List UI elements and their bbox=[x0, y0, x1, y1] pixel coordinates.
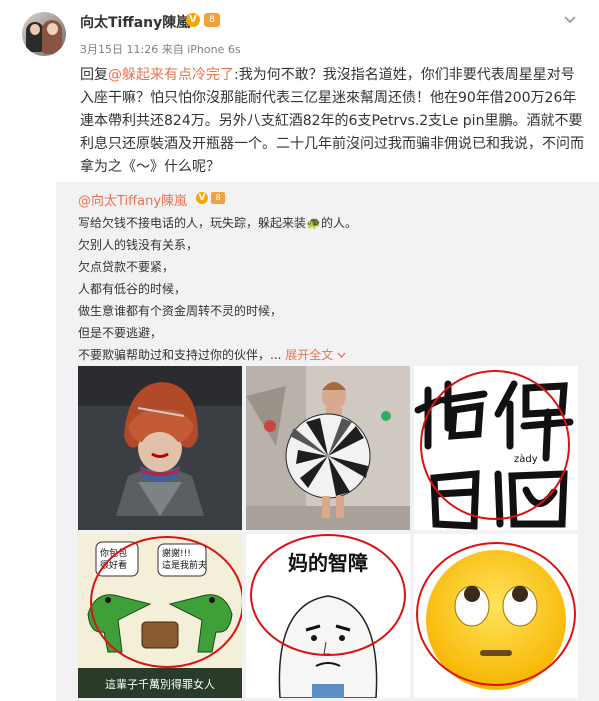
timestamp[interactable]: 3月15日 11:26 bbox=[80, 43, 158, 56]
chevron-down-icon bbox=[337, 352, 346, 358]
post-text: 回复@躲起来有点冷完了:我为何不敢？我沒指名道姓，你们非要代表周星星对号入座干嘛… bbox=[80, 64, 585, 179]
member-level-icon[interactable]: 8 bbox=[204, 13, 220, 27]
image-crocodiles[interactable]: 你包包 很好看 謝謝!!! 這是我前夫 這輩子千萬別得罪女人 bbox=[78, 534, 242, 698]
repost-line: 欠别人的钱没有关系， bbox=[78, 238, 199, 252]
red-circle-mark bbox=[90, 536, 242, 668]
red-circle-mark bbox=[420, 370, 570, 520]
username[interactable]: 向太Tiffany陳嵐 bbox=[80, 12, 190, 32]
image-man-with-shield[interactable] bbox=[246, 366, 410, 530]
reposted-weibo: @向太Tiffany陳嵐 V 8 写给欠钱不接电话的人，玩失踪，躲起来装🐢的人。… bbox=[56, 182, 599, 701]
image-eye-roll-emoji[interactable] bbox=[414, 534, 578, 698]
svg-text:這輩子千萬別得罪女人: 這輩子千萬別得罪女人 bbox=[105, 677, 215, 691]
image-woman-red-hair[interactable] bbox=[78, 366, 242, 530]
expand-full-text-link[interactable]: 展开全文 bbox=[285, 348, 346, 362]
repost-line: 人都有低谷的时候， bbox=[78, 282, 187, 296]
red-circle-mark bbox=[250, 534, 406, 656]
source: 来自 iPhone 6s bbox=[161, 43, 241, 56]
repost-line: 写给欠钱不接电话的人，玩失踪，躲起来装🐢的人。 bbox=[78, 216, 357, 230]
repost-line: 但是不要逃避， bbox=[78, 326, 163, 340]
repost-line: 欠点贷款不要紧， bbox=[78, 260, 175, 274]
avatar[interactable] bbox=[22, 12, 66, 56]
repost-username[interactable]: @向太Tiffany陳嵐 bbox=[78, 190, 187, 209]
member-level-icon[interactable]: 8 bbox=[211, 192, 225, 204]
weibo-post: 向太Tiffany陳嵐 V 8 3月15日 11:26 来自 iPhone 6s… bbox=[0, 0, 599, 701]
verified-badge-icon: V bbox=[186, 13, 200, 27]
chevron-down-icon[interactable] bbox=[563, 13, 577, 29]
image-lazy-to-match[interactable]: zàdy bbox=[414, 366, 578, 530]
verified-badge-icon: V bbox=[196, 192, 208, 204]
repost-text: 写给欠钱不接电话的人，玩失踪，躲起来装🐢的人。 欠别人的钱没有关系， 欠点贷款不… bbox=[78, 212, 578, 366]
red-circle-mark bbox=[416, 542, 576, 686]
reply-prefix: 回复 bbox=[80, 67, 108, 83]
post-meta: 3月15日 11:26 来自 iPhone 6s bbox=[80, 41, 241, 57]
mention-link[interactable]: @躲起来有点冷完了 bbox=[108, 67, 234, 83]
post-body: :我为何不敢？我沒指名道姓，你们非要代表周星星对号入座干嘛？怕只怕你沒那能耐代表… bbox=[80, 67, 584, 175]
repost-line: 做生意谁都有个资金周转不灵的时候， bbox=[78, 304, 283, 318]
image-retarded-meme[interactable]: 妈的智障 bbox=[246, 534, 410, 698]
repost-line-last: 不要欺骗帮助过和支持过你的伙伴，... 展开全文 bbox=[78, 344, 578, 366]
